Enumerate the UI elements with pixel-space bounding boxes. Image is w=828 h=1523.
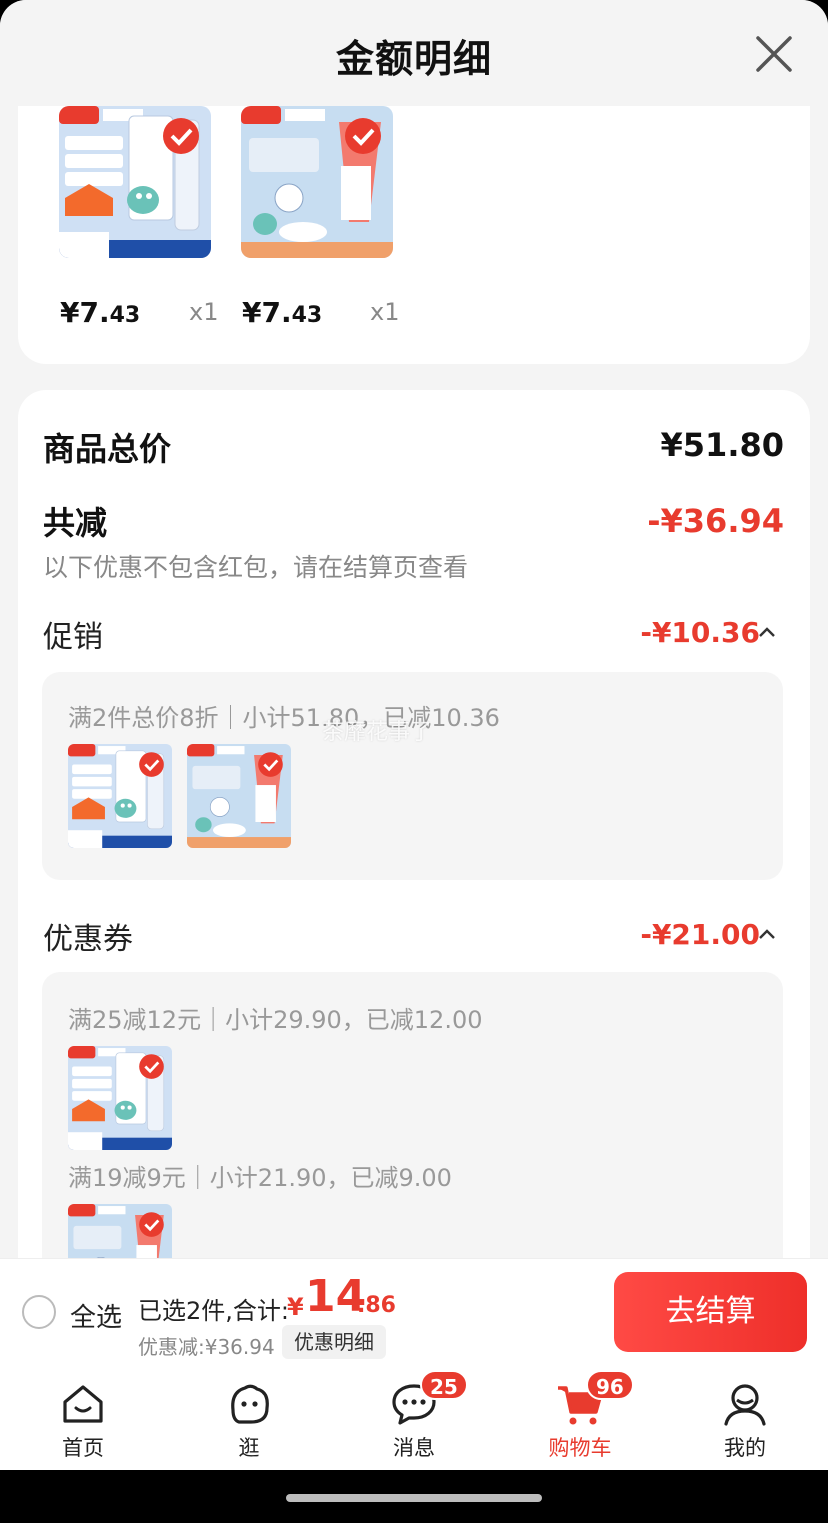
checkout-button[interactable]: 去结算: [614, 1272, 807, 1352]
promotion-thumb-1[interactable]: [68, 744, 172, 848]
cart-badge: 96: [586, 1370, 634, 1400]
total-reduce-label: 共减: [43, 504, 108, 542]
total-price-label: 商品总价: [43, 430, 172, 468]
product-price-2: ¥7.43: [242, 296, 323, 329]
watermark: 茶靡花事了: [322, 720, 433, 745]
discount-text: 优惠减:¥36.94: [138, 1335, 275, 1359]
coupon-group: 满25减12元｜小计29.90，已减12.00 满19减9元｜小计21.90，已…: [42, 972, 783, 1302]
sheet-header: 金额明细: [0, 0, 828, 106]
tab-label: 首页: [62, 1436, 104, 1460]
profile-icon: [724, 1384, 766, 1426]
tab-profile[interactable]: 我的: [685, 1366, 805, 1470]
sheet-title: 金额明细: [335, 37, 492, 81]
promotion-line: 满2件总价8折｜小计51.80，已减10.36: [68, 704, 500, 732]
product-image-2[interactable]: [241, 106, 393, 258]
product-card: ¥7.43 x1 ¥7.43 x1: [18, 106, 810, 364]
tab-home[interactable]: 首页: [23, 1366, 143, 1470]
coupon-value: -¥21.00: [640, 918, 760, 951]
product-price-1: ¥7.43: [60, 296, 141, 329]
coupon-line-1: 满25减12元｜小计29.90，已减12.00: [68, 1006, 483, 1034]
tab-label: 购物车: [548, 1436, 612, 1460]
total-price-value: ¥51.80: [660, 426, 784, 464]
promotion-thumb-2[interactable]: [187, 744, 291, 848]
amount-detail-sheet: 金额明细 ¥7.43 x1 ¥7.43 x1 商品总价 ¥51.80 共减 -¥…: [0, 0, 828, 1470]
promotion-label: 促销: [43, 620, 103, 655]
tab-cart[interactable]: 96 购物车: [520, 1366, 640, 1470]
tab-label: 消息: [393, 1436, 435, 1460]
discount-detail-button[interactable]: 优惠明细: [282, 1325, 386, 1359]
select-all-radio[interactable]: [22, 1295, 56, 1329]
promotion-group: 满2件总价8折｜小计51.80，已减10.36: [42, 672, 783, 880]
total-reduce-value: -¥36.94: [647, 502, 784, 540]
checkout-bar: 全选 已选2件,合计: ¥ 14 .86 优惠减:¥36.94 优惠明细 去结算: [0, 1258, 828, 1366]
promotion-value: -¥10.36: [640, 616, 760, 649]
close-icon[interactable]: [750, 30, 798, 78]
tab-label: 我的: [724, 1436, 766, 1460]
bottom-tab-bar: 首页 逛 25 消息 96 购物车 我的: [0, 1366, 828, 1470]
tab-browse[interactable]: 逛: [189, 1366, 309, 1470]
product-image-1[interactable]: [59, 106, 211, 258]
chevron-up-icon[interactable]: [758, 928, 776, 940]
total-amount-decimal: .86: [357, 1293, 396, 1318]
chevron-up-icon[interactable]: [758, 626, 776, 638]
system-gesture-area: [0, 1470, 828, 1523]
coupon-thumb-1[interactable]: [68, 1046, 172, 1150]
price-detail-card: 商品总价 ¥51.80 共减 -¥36.94 以下优惠不包含红包，请在结算页查看…: [18, 390, 810, 1290]
product-qty-2: x1: [370, 298, 400, 326]
tab-messages[interactable]: 25 消息: [354, 1366, 474, 1470]
coupon-line-2: 满19减9元｜小计21.90，已减9.00: [68, 1164, 452, 1192]
product-qty-1: x1: [189, 298, 219, 326]
reduce-note: 以下优惠不包含红包，请在结算页查看: [43, 553, 469, 582]
coupon-label: 优惠券: [43, 922, 133, 957]
home-icon: [63, 1385, 103, 1423]
selected-count-text: 已选2件,合计:: [138, 1297, 289, 1325]
tab-label: 逛: [238, 1436, 260, 1460]
total-currency: ¥: [287, 1293, 304, 1321]
select-all-label[interactable]: 全选: [70, 1297, 122, 1334]
messages-badge: 25: [420, 1370, 468, 1400]
face-icon: [231, 1384, 269, 1424]
home-indicator[interactable]: [286, 1494, 542, 1502]
